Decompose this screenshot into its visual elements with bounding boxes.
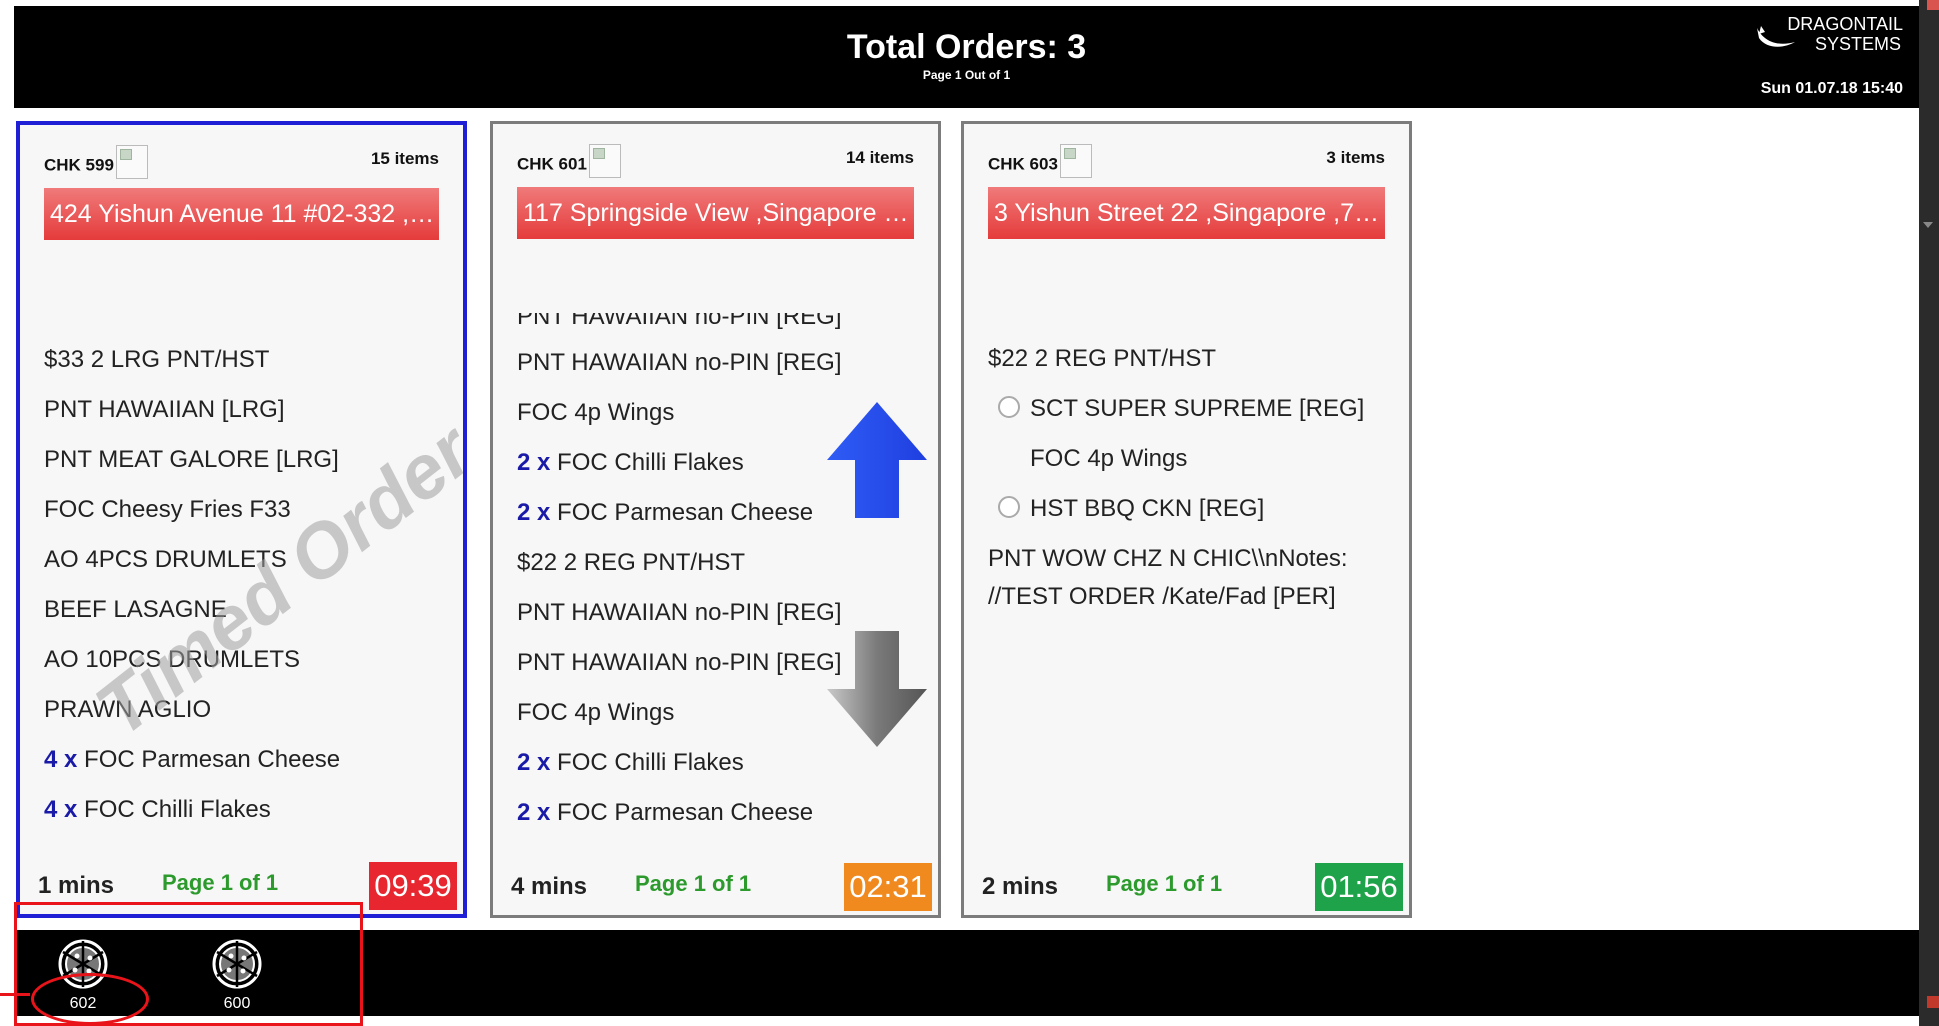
address-bar: 424 Yishun Avenue 11 #02-332 ,Si...: [44, 188, 439, 240]
line-quantity: 2 x: [517, 449, 551, 476]
address-bar: 117 Springside View ,Singapore ,78...: [517, 187, 914, 239]
order-card-1[interactable]: CHK 599 15 items 424 Yishun Avenue 11 #0…: [16, 121, 467, 918]
broken-image-icon: [1059, 144, 1092, 178]
card-page-indicator: Page 1 of 1: [635, 871, 752, 896]
order-card-footer: 2 mins Page 1 of 1 01:56: [964, 857, 1409, 915]
order-line: FOC 4p Wings: [1030, 445, 1188, 472]
brand-logo: DRAGONTAIL SYSTEMS: [1753, 14, 1903, 62]
scroll-down-arrow-icon[interactable]: [827, 631, 927, 747]
page-title: Total Orders: 3: [846, 28, 1087, 66]
check-number: CHK 603: [988, 144, 1092, 182]
order-line: HST BBQ CKN [REG]: [988, 484, 1385, 534]
line-text: FOC Chilli Flakes: [557, 749, 744, 776]
scrollbar-marker: [1927, 996, 1939, 1008]
order-line: 4 x FOC Parmesan Cheese: [44, 735, 439, 785]
annotation-ellipse: [31, 973, 149, 1025]
annotation-pointer-line: [0, 993, 30, 996]
elapsed-mins: 1 mins: [38, 872, 115, 899]
order-line: 4 x FOC Chilli Flakes: [44, 785, 439, 835]
order-card-header: CHK 601 14 items 117 Springside View ,Si…: [493, 124, 938, 324]
order-line: PNT HAWAIIAN [LRG]: [44, 396, 285, 423]
order-lines: PNT HAWAIIAN no-PIN [REG] PNT HAWAIIAN n…: [517, 313, 914, 855]
order-line: $22 2 REG PNT/HST: [988, 345, 1217, 372]
order-lines: $22 2 REG PNT/HST SCT SUPER SUPREME [REG…: [988, 334, 1385, 855]
order-card-header: CHK 603 3 items 3 Yishun Street 22 ,Sing…: [964, 124, 1409, 334]
order-timer: 01:56: [1315, 863, 1403, 911]
scroll-up-arrow-icon[interactable]: [827, 402, 927, 518]
line-text: SCT SUPER SUPREME [REG]: [1030, 395, 1365, 422]
order-timer: 02:31: [844, 863, 932, 911]
order-card-header: CHK 599 15 items 424 Yishun Avenue 11 #0…: [20, 125, 463, 335]
order-card-3[interactable]: CHK 603 3 items 3 Yishun Street 22 ,Sing…: [961, 121, 1412, 918]
order-card-2[interactable]: CHK 601 14 items 117 Springside View ,Si…: [490, 121, 941, 918]
items-count: 15 items: [370, 149, 439, 168]
order-line: $33 2 LRG PNT/HST: [44, 346, 270, 373]
order-line: $22 2 REG PNT/HST: [517, 549, 746, 576]
line-quantity: 4 x: [44, 796, 78, 823]
radio-button[interactable]: [998, 495, 1020, 518]
card-page-indicator: Page 1 of 1: [162, 870, 279, 895]
order-line: PNT HAWAIIAN no-PIN [REG]: [517, 349, 842, 376]
items-count: 14 items: [845, 148, 914, 167]
order-timer: 09:39: [369, 862, 457, 910]
elapsed-mins: 2 mins: [982, 873, 1059, 900]
broken-image-icon: [588, 144, 621, 178]
order-line: 2 x FOC Parmesan Cheese: [517, 788, 914, 838]
page-subtitle: Page 1 Out of 1: [922, 68, 1011, 82]
line-quantity: 4 x: [44, 746, 78, 773]
card-page-indicator: Page 1 of 1: [1106, 871, 1223, 896]
line-quantity: 2 x: [517, 799, 551, 826]
broken-image-icon: [115, 145, 148, 179]
line-text: HST BBQ CKN [REG]: [1030, 495, 1265, 522]
line-text: FOC Parmesan Cheese: [84, 746, 341, 773]
scrollbar-marker: [1927, 0, 1939, 10]
kitchen-display-screen: Total Orders: 3 Page 1 Out of 1 DRAGONTA…: [0, 0, 1939, 1026]
order-line: PNT HAWAIIAN no-PIN [REG]: [517, 313, 842, 330]
order-line: //TEST ORDER /Kate/Fad [PER]: [988, 583, 1336, 610]
order-line: PNT WOW CHZ N CHIC\\nNotes:: [988, 545, 1348, 572]
window-scrollbar[interactable]: [1919, 0, 1939, 1026]
check-number: CHK 599: [44, 145, 148, 183]
elapsed-mins: 4 mins: [511, 873, 588, 900]
dragon-tail-icon: [1757, 26, 1795, 47]
address-bar: 3 Yishun Street 22 ,Singapore ,768...: [988, 187, 1385, 239]
header-bar: Total Orders: 3 Page 1 Out of 1 DRAGONTA…: [14, 6, 1919, 108]
line-quantity: 2 x: [517, 499, 551, 526]
line-text: FOC Chilli Flakes: [84, 796, 271, 823]
order-line: SCT SUPER SUPREME [REG]: [988, 384, 1385, 434]
check-number: CHK 601: [517, 144, 621, 182]
order-card-footer: 4 mins Page 1 of 1 02:31: [493, 857, 938, 915]
items-count: 3 items: [1326, 148, 1385, 167]
line-text: FOC Chilli Flakes: [557, 449, 744, 476]
line-quantity: 2 x: [517, 749, 551, 776]
datetime-display: Sun 01.07.18 15:40: [1760, 80, 1903, 97]
radio-button[interactable]: [998, 395, 1020, 418]
caret-down-icon[interactable]: [1923, 222, 1933, 228]
line-text: FOC Parmesan Cheese: [557, 499, 814, 526]
line-text: FOC Parmesan Cheese: [557, 799, 814, 826]
